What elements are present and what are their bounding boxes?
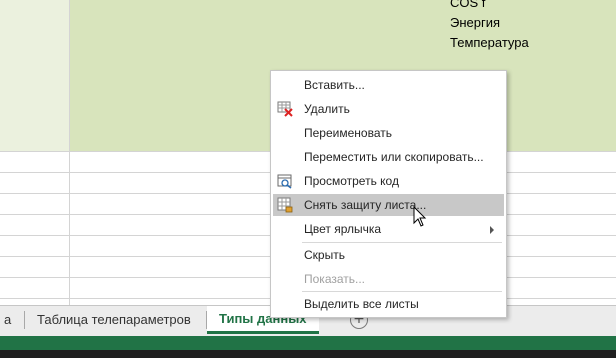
unprotect-sheet-icon	[277, 197, 293, 213]
menu-item-view-code[interactable]: Просмотреть код	[273, 170, 504, 192]
menu-item-label: Переименовать	[304, 126, 392, 140]
menu-item-label: Скрыть	[304, 248, 345, 262]
sheet-tab-partial[interactable]: а	[0, 306, 17, 334]
menu-item-label: Удалить	[304, 102, 350, 116]
menu-item-label: Цвет ярлычка	[304, 222, 382, 236]
cell-text-energy: Энергия	[450, 15, 501, 30]
menu-item-delete[interactable]: Удалить	[273, 98, 504, 120]
menu-item-label: Выделить все листы	[304, 297, 419, 311]
menu-item-tab-color[interactable]: Цвет ярлычка	[273, 218, 504, 240]
menu-item-hide[interactable]: Скрыть	[273, 244, 504, 266]
cell-text-cos: COS f	[450, 0, 486, 10]
menu-item-select-all-sheets[interactable]: Выделить все листы	[273, 293, 504, 315]
mouse-pointer-icon	[413, 206, 427, 227]
menu-item-label: Показать...	[304, 272, 366, 286]
menu-item-unhide: Показать...	[273, 268, 504, 290]
column-divider	[69, 0, 70, 305]
view-code-icon	[277, 174, 292, 189]
menu-item-unprotect-sheet[interactable]: Снять защиту листа...	[273, 194, 504, 216]
excel-window: COS f Энергия Температура а Таблица теле…	[0, 0, 616, 358]
taskbar-strip	[0, 350, 616, 358]
menu-separator	[302, 242, 502, 243]
menu-item-move-copy[interactable]: Переместить или скопировать...	[273, 146, 504, 168]
sheet-tab-telemetry-table[interactable]: Таблица телепараметров	[25, 306, 203, 334]
menu-item-rename[interactable]: Переименовать	[273, 122, 504, 144]
menu-item-label: Вставить...	[304, 78, 365, 92]
menu-item-label: Переместить или скопировать...	[304, 150, 484, 164]
menu-item-insert[interactable]: Вставить...	[273, 74, 504, 96]
sheet-context-menu: Вставить... Удалить Переименовать Переме…	[270, 70, 507, 318]
delete-sheet-icon	[277, 101, 293, 117]
menu-item-label: Снять защиту листа...	[304, 198, 427, 212]
cell-filled-light[interactable]	[0, 0, 70, 151]
submenu-arrow-icon	[490, 226, 494, 234]
menu-separator	[302, 291, 502, 292]
menu-item-label: Просмотреть код	[304, 174, 399, 188]
cell-text-temperature: Температура	[450, 35, 529, 50]
